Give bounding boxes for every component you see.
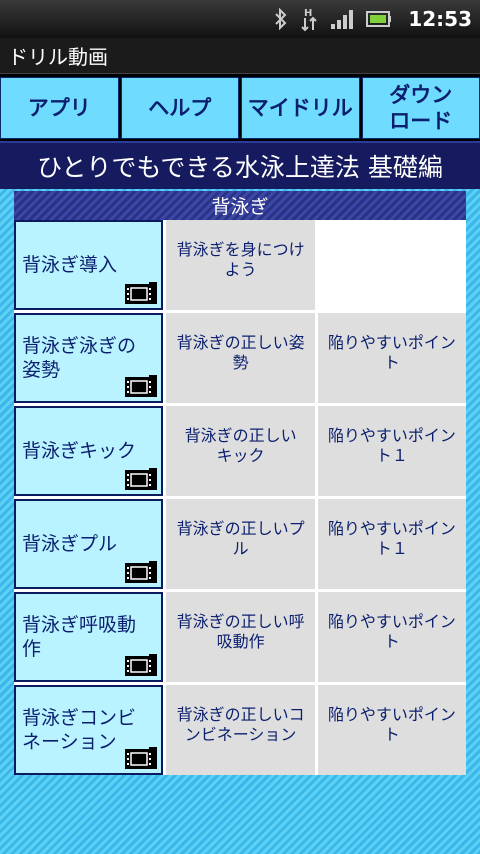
film-icon — [125, 282, 158, 304]
nav-apps-button[interactable]: アプリ — [0, 77, 119, 139]
drill-table: 背泳ぎ導入 背泳ぎを身につけ よう 背泳ぎ泳ぎの 姿勢 背泳ぎの正しい姿 勢 陥… — [14, 220, 466, 775]
drill-cell-label: 背泳ぎ呼吸動 作 — [22, 614, 137, 660]
film-icon — [125, 561, 158, 583]
drill-cell-sub[interactable]: 背泳ぎを身につけ よう — [166, 220, 315, 310]
nav-my-drill-button[interactable]: マイドリル — [241, 77, 360, 139]
app-title: ドリル動画 — [8, 45, 108, 69]
nav-download-button[interactable]: ダウン ロード — [361, 77, 480, 139]
status-clock: 12:53 — [408, 7, 472, 31]
drill-cell-main[interactable]: 背泳ぎコンビ ネーション — [14, 685, 164, 775]
table-row: 背泳ぎキック 背泳ぎの正しい キック 陥りやすいポイン ト１ — [14, 406, 466, 496]
drill-cell-label: 背泳ぎ泳ぎの 姿勢 — [22, 335, 137, 381]
battery-icon — [366, 0, 392, 38]
film-icon — [125, 468, 158, 490]
table-row: 背泳ぎコンビ ネーション 背泳ぎの正しいコ ンビネーション 陥りやすいポイン ト — [14, 685, 466, 775]
drill-cell-main[interactable]: 背泳ぎ泳ぎの 姿勢 — [14, 313, 164, 403]
drill-cell-sub[interactable]: 背泳ぎの正しい呼 吸動作 — [166, 592, 315, 682]
film-icon — [125, 654, 158, 676]
drill-cell-label: 背泳ぎコンビ ネーション — [22, 707, 137, 753]
drill-cell-sub[interactable]: 背泳ぎの正しいプ ル — [166, 499, 315, 589]
drill-cell-main[interactable]: 背泳ぎ導入 — [14, 220, 164, 310]
drill-cell-sub[interactable]: 陥りやすいポイン ト — [317, 592, 466, 682]
table-row: 背泳ぎ呼吸動 作 背泳ぎの正しい呼 吸動作 陥りやすいポイン ト — [14, 592, 466, 682]
content-area[interactable]: 背泳ぎ 背泳ぎ導入 背泳ぎを身につけ よう 背泳ぎ泳ぎの 姿勢 背泳ぎの正しい姿… — [0, 189, 480, 854]
status-bar: H 12:53 — [0, 0, 480, 38]
drill-cell-sub[interactable]: 陥りやすいポイン ト — [317, 313, 466, 403]
drill-cell-sub[interactable]: 陥りやすいポイン ト１ — [317, 406, 466, 496]
data-transfer-icon: H — [300, 0, 318, 38]
drill-cell-label: 背泳ぎプル — [22, 533, 118, 555]
drill-cell-main[interactable]: 背泳ぎキック — [14, 406, 164, 496]
section-title: 背泳ぎ — [14, 191, 466, 220]
film-icon — [125, 747, 158, 769]
course-title: ひとりでもできる水泳上達法 基礎編 — [0, 141, 480, 189]
table-row: 背泳ぎ泳ぎの 姿勢 背泳ぎの正しい姿 勢 陥りやすいポイン ト — [14, 313, 466, 403]
bluetooth-icon — [274, 0, 288, 38]
drill-cell-empty — [317, 220, 466, 310]
drill-cell-main[interactable]: 背泳ぎ呼吸動 作 — [14, 592, 164, 682]
drill-cell-sub[interactable]: 陥りやすいポイン ト１ — [317, 499, 466, 589]
drill-cell-sub[interactable]: 陥りやすいポイン ト — [317, 685, 466, 775]
signal-icon — [330, 0, 354, 38]
drill-cell-label: 背泳ぎ導入 — [22, 254, 118, 276]
top-nav: アプリ ヘルプ マイドリル ダウン ロード — [0, 75, 480, 141]
drill-cell-sub[interactable]: 背泳ぎの正しい キック — [166, 406, 315, 496]
drill-cell-label: 背泳ぎキック — [22, 440, 137, 462]
drill-cell-sub[interactable]: 背泳ぎの正しいコ ンビネーション — [166, 685, 315, 775]
nav-help-button[interactable]: ヘルプ — [120, 77, 239, 139]
drill-cell-main[interactable]: 背泳ぎプル — [14, 499, 164, 589]
svg-text:H: H — [304, 8, 312, 19]
drill-cell-sub[interactable]: 背泳ぎの正しい姿 勢 — [166, 313, 315, 403]
film-icon — [125, 375, 158, 397]
app-title-bar: ドリル動画 — [0, 38, 480, 74]
table-row: 背泳ぎプル 背泳ぎの正しいプ ル 陥りやすいポイン ト１ — [14, 499, 466, 589]
table-row: 背泳ぎ導入 背泳ぎを身につけ よう — [14, 220, 466, 310]
